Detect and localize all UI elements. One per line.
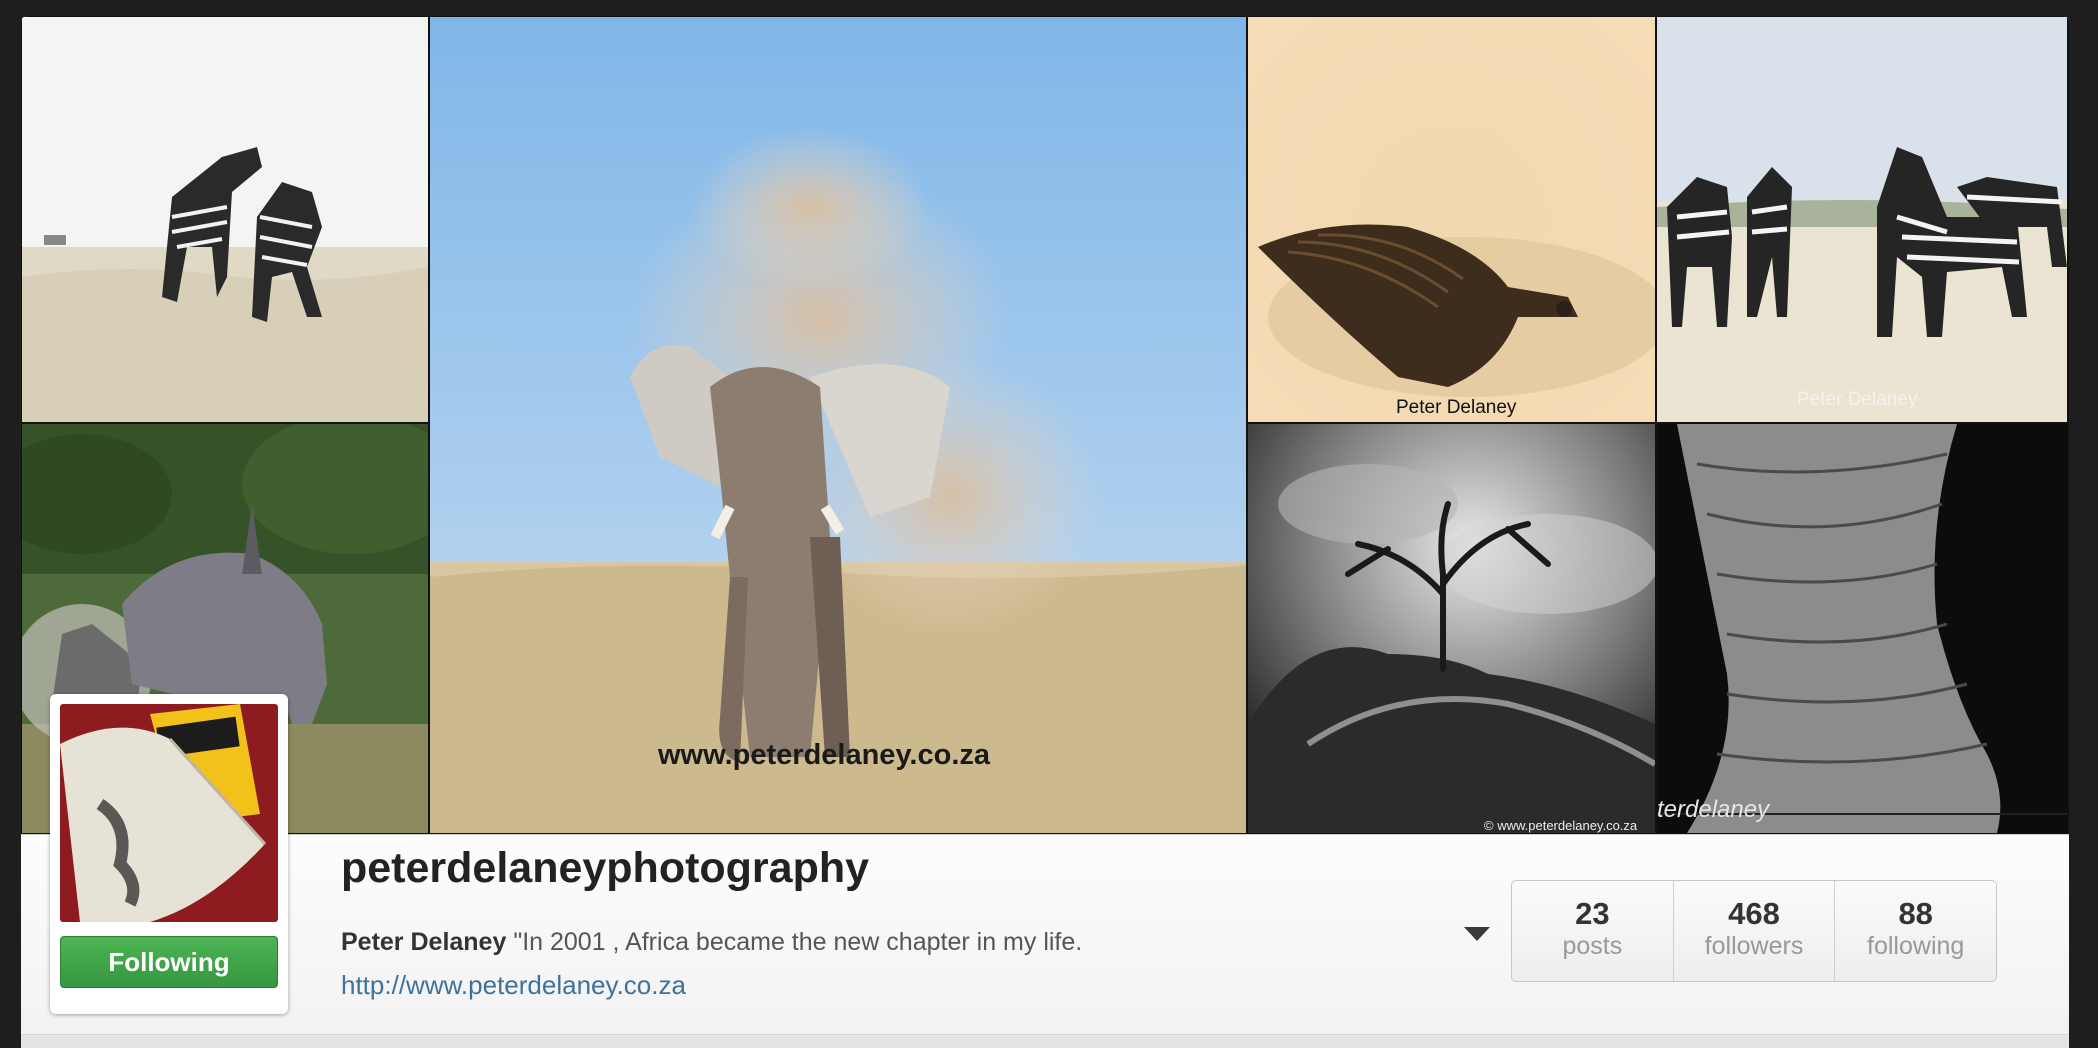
content-divider bbox=[21, 1034, 2069, 1048]
stat-posts[interactable]: 23 posts bbox=[1512, 881, 1674, 981]
photo-tile-zebra-herd[interactable]: Peter Delaney bbox=[1657, 17, 2067, 422]
photo-watermark: Peter Delaney bbox=[1396, 397, 1517, 418]
photo-tile-dead-tree-bw[interactable]: © www.peterdelaney.co.za bbox=[1248, 424, 1655, 833]
photo-grid: www.peterdelaney.co.za Peter Delaney Pet… bbox=[21, 16, 2069, 834]
photo-watermark: Peter Delaney bbox=[1797, 389, 1918, 410]
stat-posts-count: 23 bbox=[1575, 896, 1610, 931]
photo-tile-vulture-dust[interactable]: Peter Delaney bbox=[1248, 17, 1655, 422]
profile-stats: 23 posts 468 followers 88 following bbox=[1511, 880, 1997, 982]
stat-posts-label: posts bbox=[1562, 932, 1623, 960]
following-button[interactable]: Following bbox=[60, 936, 278, 988]
stat-following-count: 88 bbox=[1898, 896, 1933, 931]
stat-followers-label: followers bbox=[1704, 932, 1804, 960]
photo-tile-elephant-dust[interactable]: www.peterdelaney.co.za bbox=[430, 17, 1246, 833]
website-link[interactable]: http://www.peterdelaney.co.za bbox=[341, 970, 686, 1001]
chevron-down-icon[interactable] bbox=[1462, 924, 1492, 944]
bio-full-name: Peter Delaney bbox=[341, 928, 507, 956]
stat-followers-count: 468 bbox=[1728, 896, 1780, 931]
photo-watermark: terdelaney bbox=[1657, 796, 1770, 823]
profile-username: peterdelaneyphotography bbox=[341, 844, 870, 892]
stat-following-label: following bbox=[1867, 932, 1965, 960]
profile-bio: Peter Delaney "In 2001 , Africa became t… bbox=[341, 928, 1082, 957]
photo-tile-elephant-leg-bw[interactable]: terdelaney bbox=[1657, 424, 2067, 833]
avatar[interactable] bbox=[60, 704, 278, 922]
stat-following[interactable]: 88 following bbox=[1835, 881, 1996, 981]
photo-watermark: www.peterdelaney.co.za bbox=[658, 739, 990, 771]
bio-text: "In 2001 , Africa became the new chapter… bbox=[506, 928, 1083, 956]
avatar-card: Following bbox=[50, 694, 288, 1014]
photo-watermark: © www.peterdelaney.co.za bbox=[1484, 818, 1638, 833]
stat-followers[interactable]: 468 followers bbox=[1674, 881, 1836, 981]
photo-tile-zebras-fighting[interactable] bbox=[22, 17, 428, 422]
